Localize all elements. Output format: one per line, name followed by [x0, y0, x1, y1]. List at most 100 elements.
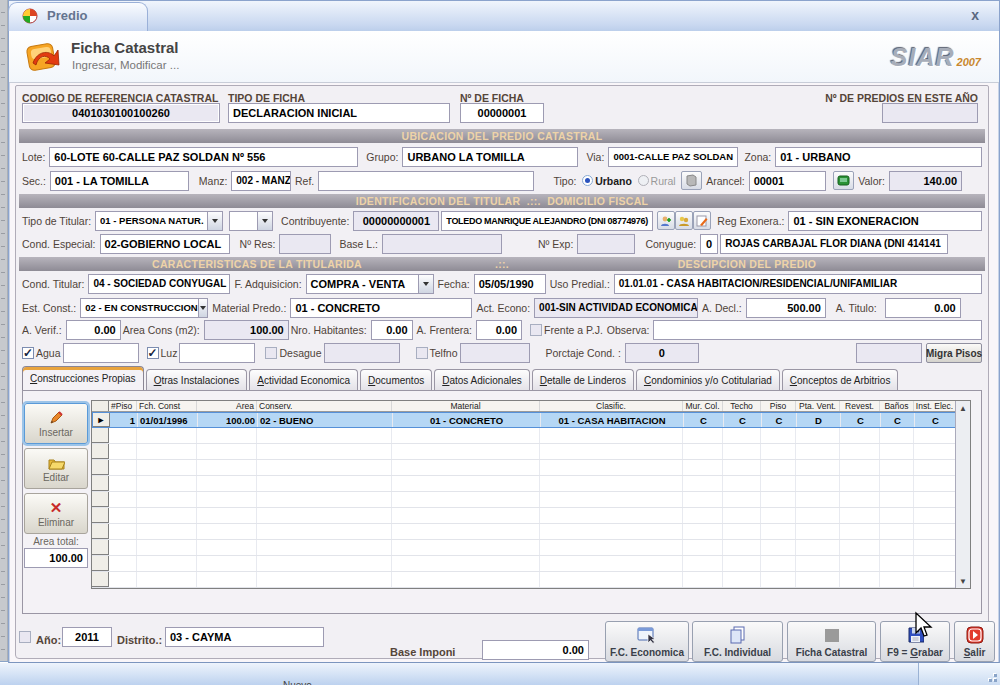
nexp-field[interactable] — [577, 234, 635, 254]
grid-row-empty[interactable] — [92, 524, 970, 540]
arancel-field[interactable]: 00001 — [749, 171, 826, 191]
grid-col-pta-vent-[interactable]: Pta. Vent. — [796, 401, 840, 411]
migra-pisos-button[interactable]: Migra Pisos — [926, 343, 982, 363]
scroll-down-icon[interactable]: ▼ — [957, 575, 969, 587]
grid-col--piso[interactable]: #Piso — [109, 401, 137, 411]
frente-pj-checkbox[interactable] — [530, 324, 542, 336]
tab-conceptos-de-arbitrios[interactable]: Conceptos de Arbitrios — [782, 369, 899, 390]
scroll-up-icon[interactable]: ▲ — [957, 402, 969, 414]
f-adquisicion-combo[interactable]: COMPRA - VENTA — [306, 274, 434, 294]
tab-otras-instalaciones[interactable]: Otras Instalaciones — [146, 369, 248, 390]
grid-col-inst-elec-[interactable]: Inst. Elec. — [914, 401, 956, 411]
est-const-combo[interactable]: 02 - EN CONSTRUCCION — [80, 298, 208, 318]
a-titulo-field[interactable]: 0.00 — [885, 298, 961, 318]
distrito-field[interactable]: 03 - CAYMA — [165, 627, 324, 647]
contribuyente-nombre-field[interactable]: TOLEDO MANRIQUE ALEJANDRO (DNI 08774976) — [441, 211, 653, 231]
eliminar-button[interactable]: ✕ Eliminar — [24, 493, 88, 534]
valor-field[interactable]: 140.00 — [889, 171, 962, 191]
fecha-field[interactable]: 05/05/1990 — [474, 274, 546, 294]
chevron-down-icon[interactable] — [198, 299, 208, 317]
via-field[interactable]: 0001-CALLE PAZ SOLDAN — [608, 147, 738, 167]
conyugue-nombre-field[interactable]: ROJAS CARBAJAL FLOR DIANA (DNI 414141 — [720, 234, 948, 254]
agua-checkbox[interactable]: ✓ — [22, 347, 34, 359]
desague-field[interactable] — [324, 343, 400, 363]
tab-condominios-y-o-cotitulariad[interactable]: Condominios y/o Cotitulariad — [636, 369, 780, 390]
resize-grip[interactable] — [985, 670, 997, 682]
cond-titular-field[interactable]: 04 - SOCIEDAD CONYUGAL — [88, 274, 230, 294]
grid-row-empty[interactable] — [92, 460, 970, 476]
zona-field[interactable]: 01 - URBANO — [775, 147, 982, 167]
extra-field[interactable] — [856, 343, 922, 363]
reg-exonera-field[interactable]: 01 - SIN EXONERACION — [788, 211, 982, 231]
grupo-field[interactable]: URBANO LA TOMILLA — [402, 147, 578, 167]
cond-especial-field[interactable]: 02-GOBIERNO LOCAL — [100, 234, 230, 254]
material-field[interactable]: 01 - CONCRETO — [290, 298, 472, 318]
tipo-ficha-field[interactable]: DECLARACION INICIAL — [228, 103, 450, 123]
grid-col-material[interactable]: Material — [392, 401, 540, 411]
radio-urbano[interactable] — [582, 175, 593, 186]
ref-field[interactable] — [318, 171, 534, 191]
grid-row-data[interactable]: ►101/01/1996100.0002 - BUENO01 - CONCRET… — [92, 412, 970, 428]
grid-row-empty[interactable] — [92, 492, 970, 508]
conyugue-num-field[interactable]: 0 — [700, 234, 718, 254]
desague-checkbox[interactable] — [265, 347, 277, 359]
a-verif-field[interactable]: 0.00 — [66, 320, 121, 340]
tab-actividad-economica[interactable]: Actividad Economica — [249, 369, 358, 390]
tab-datos-adicionales[interactable]: Datos Adicionales — [434, 369, 530, 390]
tab-detalle-de-linderos[interactable]: Detalle de Linderos — [532, 369, 634, 390]
grid-scrollbar[interactable]: ▲ ▼ — [955, 401, 970, 588]
grid-col-conserv-[interactable]: Conserv. — [257, 401, 392, 411]
insertar-button[interactable]: Insertar — [24, 403, 88, 444]
grid-row-empty[interactable] — [92, 540, 970, 556]
salir-button[interactable]: Salir — [954, 621, 995, 662]
lote-field[interactable]: 60-LOTE 60-CALLE PAZ SOLDAN Nº 556 — [49, 147, 358, 167]
agua-field[interactable] — [63, 343, 139, 363]
sec-field[interactable]: 001 - LA TOMILLA — [50, 171, 189, 191]
f-c-economica-button[interactable]: F.C. Economica — [605, 621, 689, 662]
radio-rural[interactable] — [638, 175, 649, 186]
grid-col-ba-os[interactable]: Baños — [880, 401, 914, 411]
grid-row-empty[interactable] — [92, 572, 970, 588]
a-frentera-field[interactable]: 0.00 — [476, 320, 522, 340]
telfno-checkbox[interactable] — [416, 347, 428, 359]
uso-predial-field[interactable]: 01.01.01 - CASA HABITACION/RESIDENCIAL/U… — [614, 274, 982, 294]
luz-checkbox[interactable]: ✓ — [147, 347, 159, 359]
grid-col-techo[interactable]: Techo — [723, 401, 761, 411]
grid-row-empty[interactable] — [92, 556, 970, 572]
grid-col-piso[interactable]: Piso — [761, 401, 796, 411]
grid-body[interactable]: ►101/01/1996100.0002 - BUENO01 - CONCRET… — [92, 412, 970, 588]
manz-field[interactable]: 002 - MANZAN — [231, 171, 291, 191]
tipo-titular-combo[interactable]: 01 - PERSONA NATUR. — [95, 211, 223, 231]
grid-col-fch-const[interactable]: Fch. Const — [137, 401, 197, 411]
edit-person-icon[interactable] — [693, 211, 711, 230]
area-cons-field[interactable]: 100.00 — [204, 320, 289, 340]
anio-field[interactable]: 2011 — [62, 627, 112, 647]
people-icon[interactable] — [675, 211, 693, 230]
npredios-field[interactable] — [882, 103, 978, 123]
tab-construcciones-propias[interactable]: Construcciones Propias — [22, 366, 144, 390]
contribuyente-codigo-field[interactable]: 00000000001 — [353, 211, 439, 231]
f-c-individual-button[interactable]: F.C. Individual — [692, 621, 783, 662]
grid-row-empty[interactable] — [92, 444, 970, 460]
grid-col-clasific-[interactable]: Clasific. — [540, 401, 683, 411]
base-imponible-field[interactable]: 0.00 — [482, 640, 589, 660]
base-l-field[interactable] — [382, 234, 502, 254]
grid-col-revest-[interactable]: Revest. — [840, 401, 880, 411]
a-decl-field[interactable]: 500.00 — [746, 298, 826, 318]
nficha-field[interactable]: 00000001 — [460, 103, 544, 123]
map-sheet-button[interactable] — [681, 171, 702, 190]
luz-field[interactable] — [179, 343, 255, 363]
observa-field[interactable] — [653, 320, 982, 340]
tab-documentos[interactable]: Documentos — [360, 369, 432, 390]
anio-checkbox[interactable] — [19, 631, 31, 643]
grid-row-empty[interactable] — [92, 508, 970, 524]
chevron-down-icon[interactable] — [418, 275, 433, 293]
grid-row-empty[interactable] — [92, 476, 970, 492]
editar-button[interactable]: Editar — [24, 448, 88, 489]
titular-sub-combo[interactable] — [229, 211, 273, 231]
add-person-icon[interactable] — [657, 211, 675, 230]
act-econo-field[interactable]: 001-SIN ACTIVIDAD ECONOMICA — [534, 298, 698, 318]
ficha-catastral-button[interactable]: Ficha Catastral — [787, 621, 876, 662]
chevron-down-icon[interactable] — [207, 212, 222, 230]
codigo-field[interactable]: 0401030100100260 — [22, 103, 220, 123]
